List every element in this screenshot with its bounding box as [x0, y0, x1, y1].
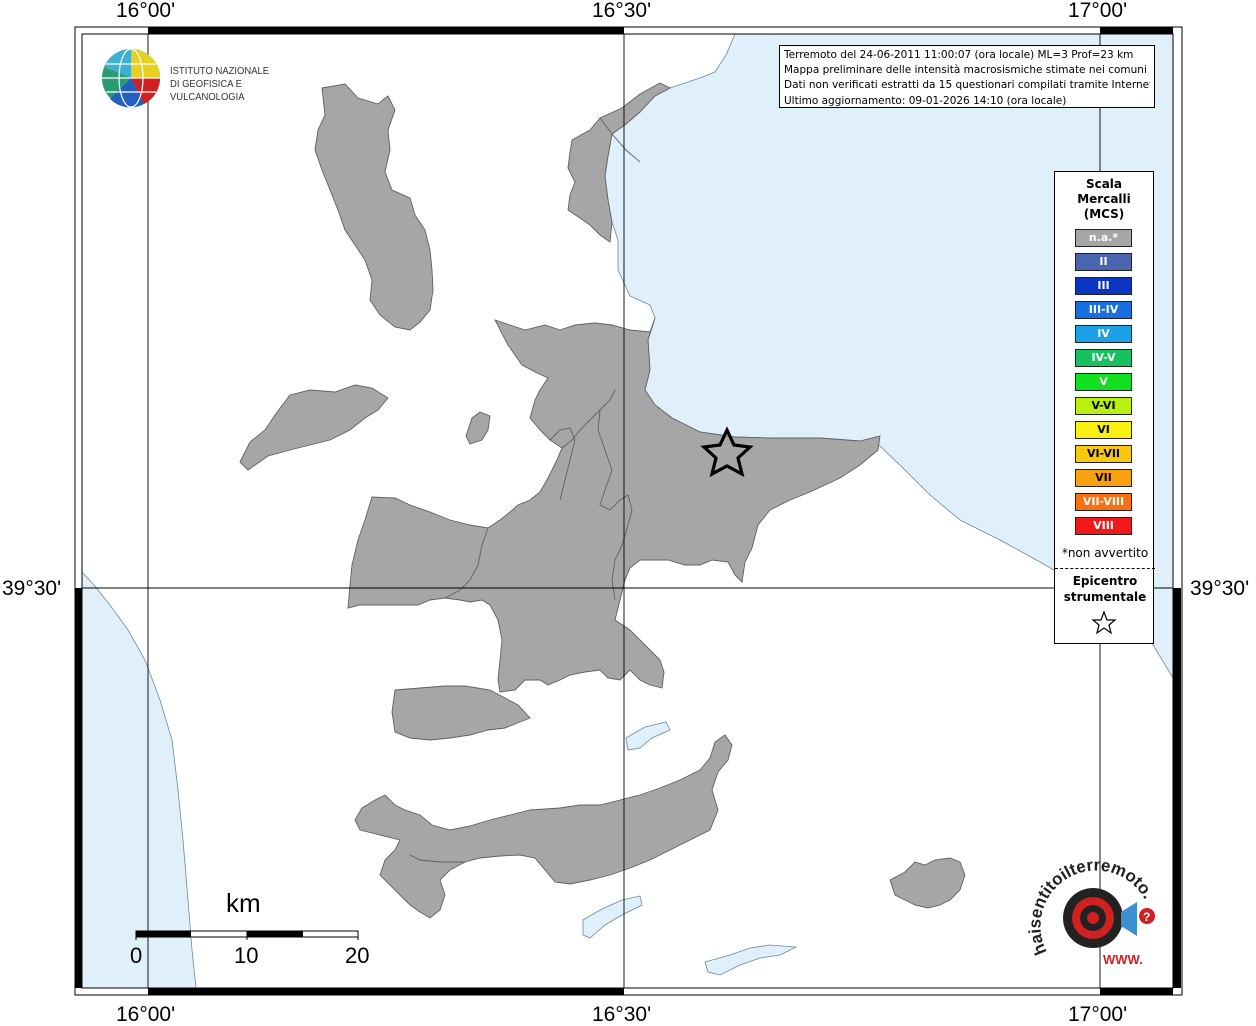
event-info-line3: Dati non verificati estratti da 15 quest… — [784, 79, 1150, 92]
ingv-name-line2: DI GEOFISICA E VULCANOLOGIA — [170, 78, 245, 103]
scale-tick-0: 0 — [130, 943, 143, 968]
ingv-logo: ISTITUTO NAZIONALE DI GEOFISICA E VULCAN… — [100, 47, 320, 111]
mcs-legend: Scala Mercalli (MCS) n.a.* II III III-IV IV I… — [1054, 171, 1155, 644]
legend-star-icon — [1091, 610, 1117, 635]
scale-bar: km 0 10 20 — [128, 888, 378, 973]
lon-label-17-00-top: 17°00' — [1068, 0, 1128, 22]
legend-swatch: VII-VIII — [1075, 493, 1132, 511]
lon-label-16-00-top: 16°00' — [116, 0, 176, 22]
svg-text:?: ? — [1143, 910, 1150, 924]
haisentito-logo: haisentitoilterremoto.it ? WWW. — [1022, 845, 1175, 985]
legend-swatch: VI-VII — [1075, 445, 1132, 463]
legend-title-line2: Mercalli — [1077, 192, 1131, 206]
legend-items: n.a.* II III III-IV IV IV-V V V-VI VI VI-VII VII VI… — [1075, 229, 1132, 541]
event-info-line4: Ultimo aggiornamento: 09-01-2026 14:10 (… — [784, 94, 1067, 107]
legend-title-line1: Scala — [1085, 177, 1123, 191]
lat-label-39-30-left: 39°30' — [2, 577, 62, 600]
legend-swatch: IV — [1075, 325, 1132, 343]
event-info-line1: Terremoto del 24-06-2011 11:00:07 (ora l… — [784, 49, 1134, 61]
legend-swatch: IV-V — [1075, 349, 1132, 367]
lon-label-16-00-bottom: 16°00' — [116, 1003, 176, 1026]
scale-tick-20: 20 — [345, 943, 370, 968]
legend-epicenter-line1: Epicentro — [1072, 574, 1138, 588]
lat-label-39-30-right: 39°30' — [1190, 577, 1250, 600]
legend-swatch: n.a.* — [1075, 229, 1132, 247]
legend-swatch: III-IV — [1075, 301, 1132, 319]
legend-separator — [1055, 568, 1155, 569]
event-info-box: Terremoto del 24-06-2011 11:00:07 (ora l… — [779, 45, 1155, 108]
haisentito-badge-icon: haisentitoilterremoto.it ? WWW. — [1022, 845, 1158, 967]
legend-swatch: III — [1075, 277, 1132, 295]
scale-unit: km — [226, 888, 261, 918]
ingv-globe-icon — [102, 48, 161, 108]
lon-label-17-00-bottom: 17°00' — [1068, 1003, 1128, 1026]
lon-label-16-30-top: 16°30' — [592, 0, 652, 22]
legend-swatch: VIII — [1075, 517, 1132, 535]
event-info-line2: Mappa preliminare delle intensità macros… — [784, 64, 1147, 77]
legend-swatch: VII — [1075, 469, 1132, 487]
legend-swatch: V-VI — [1075, 397, 1132, 415]
scale-tick-10: 10 — [234, 943, 259, 968]
legend-swatch: II — [1075, 253, 1132, 271]
ingv-name-line1: ISTITUTO NAZIONALE — [170, 65, 270, 77]
lon-label-16-30-bottom: 16°30' — [592, 1003, 652, 1026]
legend-note: *non avvertito — [1061, 546, 1149, 560]
legend-epicenter-line2: strumentale — [1063, 590, 1147, 604]
legend-swatch: VI — [1075, 421, 1132, 439]
legend-swatch: V — [1075, 373, 1132, 391]
legend-title-line3: (MCS) — [1083, 207, 1125, 221]
badge-www: WWW. — [1103, 952, 1143, 967]
